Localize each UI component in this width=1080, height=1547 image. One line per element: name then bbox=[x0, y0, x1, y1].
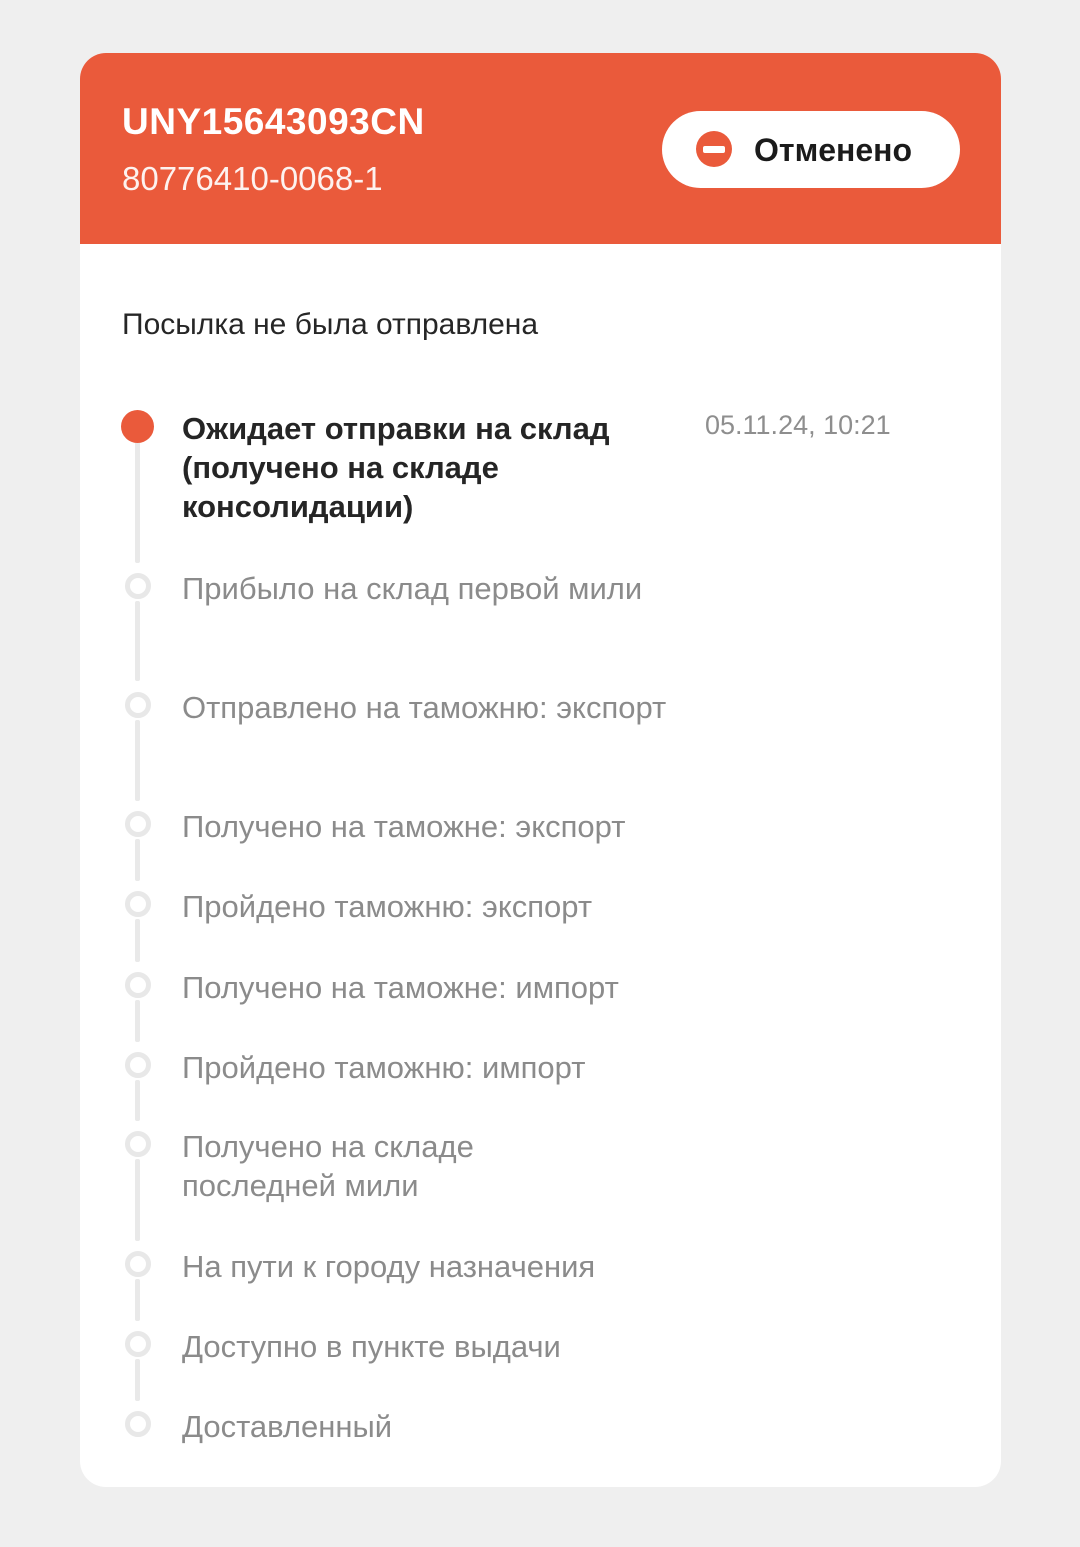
timeline-step-label: На пути к городу назначения bbox=[182, 1249, 596, 1284]
timeline-dot bbox=[125, 811, 151, 837]
timeline-step-label: Доступно в пункте выдачи bbox=[182, 1329, 561, 1364]
timeline-connector bbox=[135, 601, 140, 681]
timeline-step-label: Пройдено таможню: импорт bbox=[182, 1050, 586, 1085]
timeline-step-label: Получено на таможне: импорт bbox=[182, 970, 619, 1005]
timeline-dot bbox=[125, 573, 151, 599]
timeline-step-label: Получено на складе последней мили bbox=[182, 1129, 474, 1203]
timeline-dot bbox=[125, 891, 151, 917]
timeline-connector bbox=[135, 1359, 140, 1401]
timeline-connector bbox=[135, 1279, 140, 1321]
timeline-dot bbox=[125, 1411, 151, 1437]
timeline-step-label: Прибыло на склад первой мили bbox=[182, 571, 643, 606]
timeline-step-label: Получено на таможне: экспорт bbox=[182, 809, 626, 844]
timeline-connector bbox=[135, 1000, 140, 1042]
timeline-connector bbox=[135, 441, 140, 563]
timeline-step-label: Доставленный bbox=[182, 1409, 393, 1444]
timeline-dot bbox=[125, 972, 151, 998]
timeline-dot bbox=[125, 1251, 151, 1277]
timeline-dot-active bbox=[121, 410, 154, 443]
timeline-connector bbox=[135, 839, 140, 881]
timeline-step-label: Пройдено таможню: экспорт bbox=[182, 889, 593, 924]
timeline-step-label: Ожидает отправки на склад (получено на с… bbox=[182, 411, 610, 524]
tracking-card: UNY15643093CN 80776410-0068-1 Отменено П… bbox=[80, 53, 1001, 1487]
timeline-dot bbox=[125, 1131, 151, 1157]
timeline-dot bbox=[125, 1331, 151, 1357]
timeline-step-time: 05.11.24, 10:21 bbox=[705, 410, 891, 440]
timeline-dot bbox=[125, 1052, 151, 1078]
timeline-connector bbox=[135, 720, 140, 801]
timeline-connector bbox=[135, 1159, 140, 1241]
timeline-connector bbox=[135, 919, 140, 962]
timeline-connector bbox=[135, 1080, 140, 1121]
timeline-step-label: Отправлено на таможню: экспорт bbox=[182, 690, 667, 725]
timeline-dot bbox=[125, 692, 151, 718]
tracking-timeline: Ожидает отправки на склад (получено на с… bbox=[80, 53, 1001, 1487]
